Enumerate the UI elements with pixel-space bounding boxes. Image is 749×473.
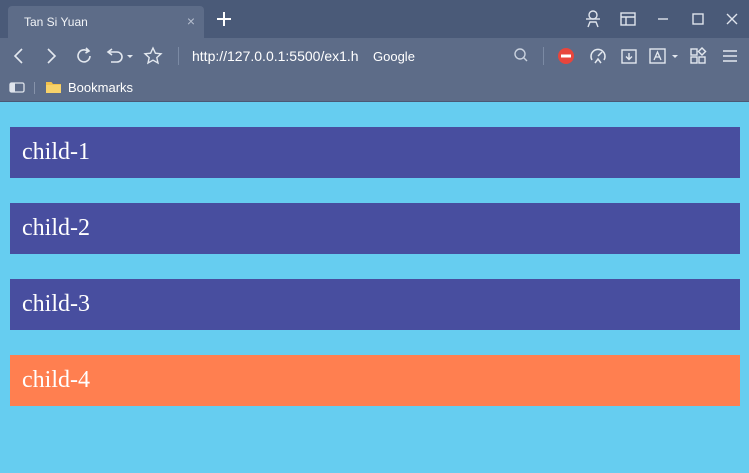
back-icon[interactable] [8,45,30,67]
download-icon[interactable] [618,45,640,67]
tab-active[interactable]: Tan Si Yuan × [8,6,204,38]
new-tab-icon[interactable] [214,9,234,29]
minimize-icon[interactable] [652,8,674,30]
toolbar-divider [543,47,544,65]
reload-icon[interactable] [73,45,95,67]
child-block-3: child-3 [10,279,740,330]
maximize-icon[interactable] [687,8,709,30]
undo-close-icon[interactable] [103,45,135,67]
browser-window: Tan Si Yuan × http://127.0.0.1:5500/ex1.… [0,0,749,473]
toolbar: http://127.0.0.1:5500/ex1.h Google [0,38,749,74]
search-engine-label: Google [373,49,415,64]
sidebar-layout-icon[interactable] [617,8,639,30]
page-content: child-1 child-2 child-3 child-4 [0,102,749,473]
bookmark-star-icon[interactable] [142,45,164,67]
child-block-1: child-1 [10,127,740,178]
tab-strip: Tan Si Yuan × [0,0,749,38]
tab-title: Tan Si Yuan [24,15,88,29]
incognito-icon[interactable] [582,8,604,30]
address-bar[interactable]: http://127.0.0.1:5500/ex1.h [183,43,363,69]
menu-icon[interactable] [719,45,741,67]
close-window-icon[interactable] [721,8,743,30]
tab-close-icon[interactable]: × [187,13,195,29]
translate-icon[interactable] [647,45,681,67]
child-block-4: child-4 [10,355,740,406]
extensions-icon[interactable] [687,45,709,67]
address-url: http://127.0.0.1:5500/ex1.h [192,48,359,64]
folder-icon [46,82,61,93]
bookmarks-folder[interactable]: Bookmarks [68,80,133,95]
search-box[interactable]: Google [365,43,535,69]
toolbar-divider [178,47,179,65]
bookmarks-bar: Bookmarks [0,74,749,102]
sidebar-toggle-icon[interactable] [9,81,25,94]
child-block-2: child-2 [10,203,740,254]
bookmarks-divider [34,82,35,94]
adblock-icon[interactable] [555,45,577,67]
forward-icon[interactable] [40,45,62,67]
speed-dial-icon[interactable] [587,45,609,67]
search-icon[interactable] [512,46,530,64]
